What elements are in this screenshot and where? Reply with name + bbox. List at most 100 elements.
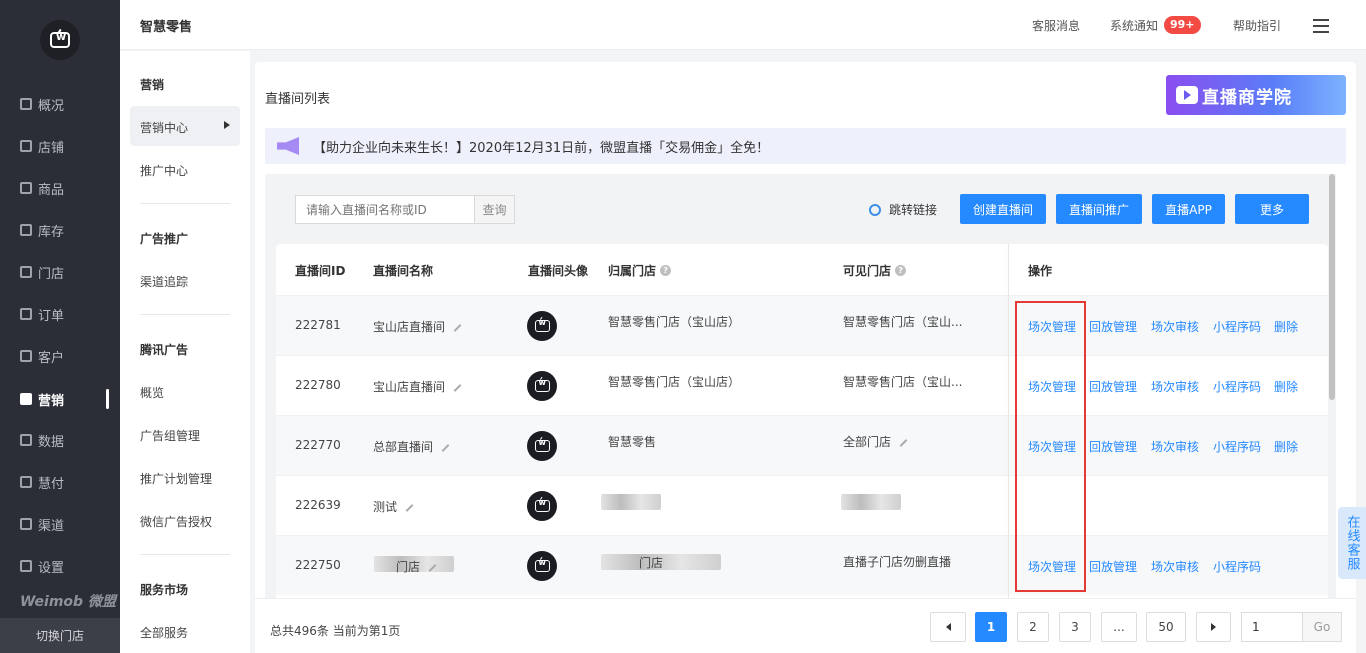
edit-icon[interactable] <box>453 383 462 392</box>
nav-item-data[interactable]: 数据 <box>20 430 64 450</box>
promote-live-room-button[interactable]: 直播间推广 <box>1056 194 1142 224</box>
create-live-room-button[interactable]: 创建直播间 <box>960 194 1046 224</box>
session-review-link[interactable]: 场次审核 <box>1151 378 1199 395</box>
online-service-tab[interactable]: 在线客服 <box>1338 507 1366 579</box>
scrollbar-thumb[interactable] <box>1329 174 1335 400</box>
playback-manage-link[interactable]: 回放管理 <box>1089 378 1137 395</box>
page-ellipsis[interactable]: ... <box>1101 612 1137 642</box>
highlight-box <box>1015 301 1086 592</box>
submenu-item-wechat-auth[interactable]: 微信广告授权 <box>140 513 212 530</box>
submenu-item-ad-group[interactable]: 广告组管理 <box>140 427 200 444</box>
mini-program-code-link[interactable]: 小程序码 <box>1213 318 1261 335</box>
edit-icon[interactable] <box>405 503 414 512</box>
page-button-50[interactable]: 50 <box>1146 612 1186 642</box>
submenu-item-promotion-center[interactable]: 推广中心 <box>140 162 188 179</box>
inventory-icon <box>20 224 32 236</box>
switch-store-button[interactable]: 切换门店 <box>0 618 120 653</box>
nav-item-goods[interactable]: 商品 <box>20 178 64 198</box>
page-button-1[interactable]: 1 <box>975 612 1007 642</box>
customer-messages-link[interactable]: 客服消息 <box>1032 17 1080 34</box>
caret-right-icon <box>224 121 230 129</box>
hamburger-menu-icon[interactable] <box>1313 19 1329 33</box>
mini-program-code-link[interactable]: 小程序码 <box>1213 378 1261 395</box>
row-id: 222770 <box>295 438 341 452</box>
chevron-left-icon <box>945 623 951 631</box>
search-button[interactable]: 查询 <box>474 195 515 224</box>
nav-item-inventory[interactable]: 库存 <box>20 220 64 240</box>
more-button[interactable]: 更多 <box>1235 194 1309 224</box>
pay-icon <box>20 476 32 488</box>
submenu-item-marketing-center[interactable]: 营销中心 <box>140 119 188 136</box>
submenu-item-overview[interactable]: 概览 <box>140 384 164 401</box>
play-icon <box>1176 86 1198 104</box>
mini-program-code-link[interactable]: 小程序码 <box>1213 438 1261 455</box>
pagination-bar: 总共496条 当前为第1页 1 2 3 ... 50 Go <box>255 598 1356 653</box>
delete-link[interactable]: 删除 <box>1274 438 1298 455</box>
nav-label: 慧付 <box>38 476 65 492</box>
col-header-id: 直播间ID <box>295 264 346 278</box>
megaphone-icon <box>277 137 299 155</box>
session-review-link[interactable]: 场次审核 <box>1151 438 1199 455</box>
help-guide-link[interactable]: 帮助指引 <box>1233 17 1281 34</box>
delete-link[interactable]: 删除 <box>1274 378 1298 395</box>
nav-item-pay[interactable]: 慧付 <box>20 472 64 492</box>
page-jump-input[interactable] <box>1241 612 1303 642</box>
edit-icon[interactable] <box>441 443 450 452</box>
app-title: 智慧零售 <box>140 20 193 35</box>
session-review-link[interactable]: 场次审核 <box>1151 318 1199 335</box>
actions-column-divider <box>1008 244 1009 653</box>
shop-icon <box>20 266 32 278</box>
nav-label: 渠道 <box>38 518 65 534</box>
live-academy-banner[interactable]: 直播商学院 <box>1166 75 1346 115</box>
pagination-summary: 总共496条 当前为第1页 <box>270 624 401 638</box>
app-logo[interactable] <box>40 20 80 60</box>
nav-item-settings[interactable]: 设置 <box>20 556 64 576</box>
row-name: 宝山店直播间 <box>373 378 462 395</box>
row-id: 222780 <box>295 378 341 392</box>
submenu-item-all-services[interactable]: 全部服务 <box>140 624 188 641</box>
system-notice-link[interactable]: 系统通知 <box>1110 17 1158 34</box>
mini-program-code-link[interactable]: 小程序码 <box>1213 558 1261 575</box>
order-icon <box>20 308 32 320</box>
go-button[interactable]: Go <box>1302 612 1342 642</box>
nav-item-store[interactable]: 店铺 <box>20 136 64 156</box>
edit-icon[interactable] <box>899 438 908 447</box>
submenu-item-promo-plan[interactable]: 推广计划管理 <box>140 470 212 487</box>
nav-item-customer[interactable]: 客户 <box>20 346 64 366</box>
jump-link[interactable]: 跳转链接 <box>869 201 937 218</box>
search-input[interactable] <box>295 195 475 224</box>
edit-icon[interactable] <box>428 563 437 572</box>
table-row: 222770 总部直播间 智慧零售 全部门店 场次管理 回放管理 场次审核 小程… <box>276 415 1328 475</box>
nav-item-channel[interactable]: 渠道 <box>20 514 64 534</box>
prev-page-button[interactable] <box>930 612 966 642</box>
link-icon <box>869 203 881 216</box>
redacted-visible-store <box>841 494 901 510</box>
nav-item-overview[interactable]: 概况 <box>20 94 64 114</box>
nav-item-order[interactable]: 订单 <box>20 304 64 324</box>
session-review-link[interactable]: 场次审核 <box>1151 558 1199 575</box>
avatar <box>527 491 557 521</box>
live-app-button[interactable]: 直播APP <box>1152 194 1225 224</box>
delete-link[interactable]: 删除 <box>1274 318 1298 335</box>
submenu-item-channel-tracking[interactable]: 渠道追踪 <box>140 273 188 290</box>
notification-badge: 99+ <box>1164 16 1201 34</box>
row-name: 总部直播间 <box>373 438 450 455</box>
edit-icon[interactable] <box>453 323 462 332</box>
row-name: 测试 <box>373 498 414 515</box>
col-header-name: 直播间名称 <box>373 264 434 278</box>
nav-item-shop[interactable]: 门店 <box>20 262 64 282</box>
playback-manage-link[interactable]: 回放管理 <box>1089 558 1137 575</box>
help-icon[interactable]: ? <box>660 265 672 276</box>
next-page-button[interactable] <box>1196 612 1231 642</box>
playback-manage-link[interactable]: 回放管理 <box>1089 318 1137 335</box>
page-button-3[interactable]: 3 <box>1059 612 1091 642</box>
nav-item-marketing[interactable]: 营销 <box>20 389 64 409</box>
playback-manage-link[interactable]: 回放管理 <box>1089 438 1137 455</box>
notice-bar: 【助力企业向未来生长！】2020年12月31日前，微盟直播「交易佣金」全免！ <box>265 128 1346 164</box>
active-indicator <box>106 389 109 409</box>
col-header-avatar: 直播间头像 <box>528 264 589 278</box>
help-icon[interactable]: ? <box>895 265 907 276</box>
avatar <box>527 431 557 461</box>
col-header-store: 归属门店? <box>608 262 672 279</box>
page-button-2[interactable]: 2 <box>1017 612 1049 642</box>
